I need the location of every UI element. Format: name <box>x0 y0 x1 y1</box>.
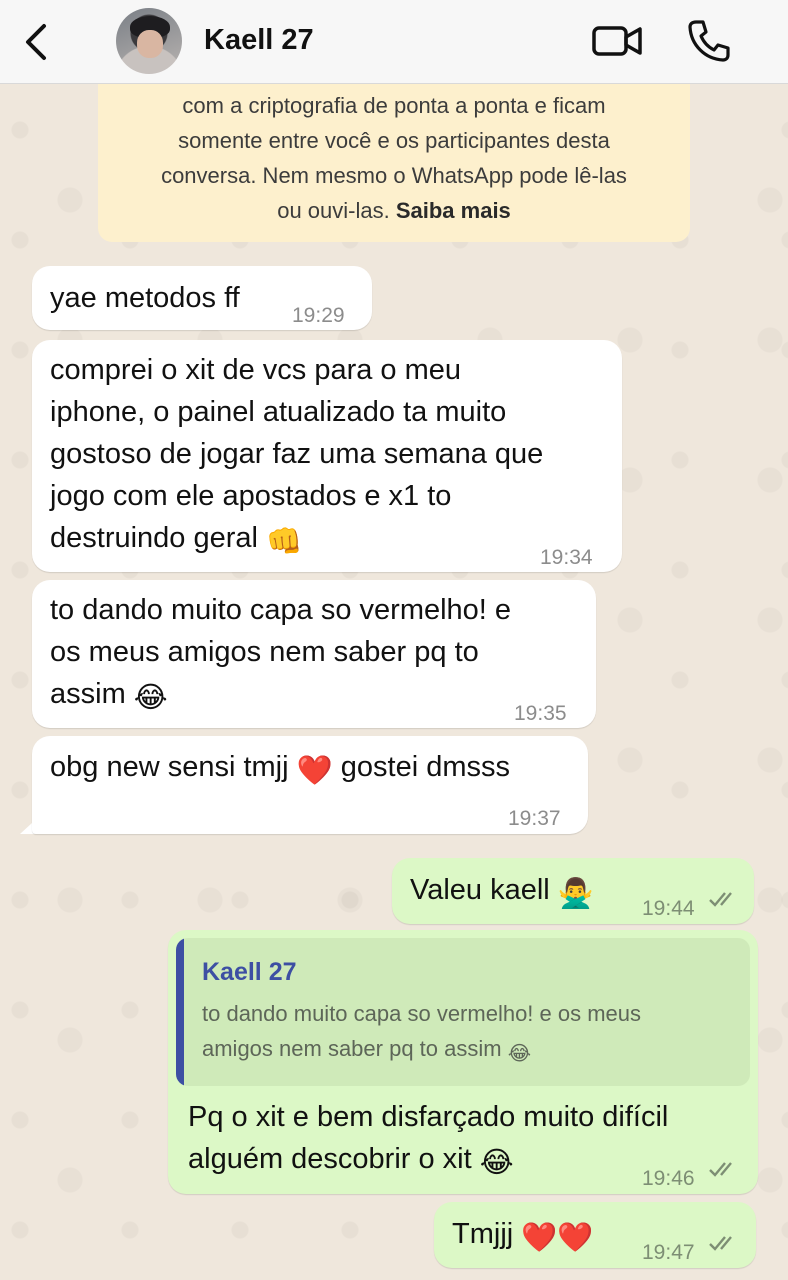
notice-line: com a criptografia de ponta a ponta e fi… <box>182 93 606 118</box>
message-text: gostei dmsss <box>340 751 511 783</box>
double-check-icon <box>709 1236 732 1251</box>
reply-message-body: Pq o xit e bem disfarçado muito difícil … <box>168 930 758 1194</box>
message-text: iphone, o painel atualizado ta muito <box>50 396 507 428</box>
message-bubble-outgoing[interactable]: Valeu kaell 🙅‍♂️ 19:44 <box>392 858 754 924</box>
notice-line: ou ouvi-las. Saiba mais <box>98 193 690 228</box>
notice-text: ou ouvi-las. <box>277 198 390 223</box>
message-text: alguém descobrir o xit <box>188 1143 472 1175</box>
message-text: Valeu kaell <box>410 874 550 906</box>
chat-header: Kaell 27 <box>0 0 788 84</box>
message-time: 19:46 <box>642 1167 695 1190</box>
fist-emoji: 👊 <box>266 526 303 558</box>
message-text-line: assim 😂 <box>50 673 168 719</box>
red-heart-emoji: ❤️ <box>296 755 333 787</box>
notice-line: somente entre você e os participantes de… <box>178 128 610 153</box>
message-text: assim <box>50 678 126 710</box>
message-text-line: Tmjjj ❤️❤️ <box>452 1213 593 1259</box>
laughing-emoji: 😂 <box>133 682 168 714</box>
voice-call-button[interactable] <box>686 18 732 64</box>
message-text: yae metodos ff <box>50 282 240 314</box>
message-time: 19:35 <box>514 702 567 725</box>
phone-icon <box>688 20 730 62</box>
message-text: os meus amigos nem saber pq to <box>50 636 479 668</box>
contact-avatar[interactable] <box>116 8 182 74</box>
contact-name[interactable]: Kaell 27 <box>204 24 314 57</box>
message-text: gostoso de jogar faz uma semana que <box>50 438 544 470</box>
person-gesturing-no-emoji: 🙅‍♂️ <box>557 878 594 910</box>
message-text: to dando muito capa so vermelho! e <box>50 594 512 626</box>
red-hearts-emoji: ❤️❤️ <box>521 1222 594 1254</box>
message-bubble-outgoing[interactable]: Tmjjj ❤️❤️ 19:47 <box>434 1202 756 1268</box>
message-text: jogo com ele apostados e x1 to <box>50 480 452 512</box>
message-bubble-incoming[interactable]: yae metodos ff 19:29 <box>32 266 372 330</box>
message-text: obg new sensi tmjj <box>50 751 289 783</box>
message-time: 19:44 <box>642 897 695 920</box>
message-text: comprei o xit de vcs para o meu <box>50 354 462 386</box>
message-time: 19:29 <box>292 304 345 327</box>
double-check-icon <box>709 892 732 907</box>
video-call-button[interactable] <box>590 20 644 62</box>
chevron-left-icon <box>26 24 46 60</box>
message-text: destruindo geral <box>50 522 258 554</box>
message-text: Pq o xit e bem disfarçado muito difícil <box>188 1101 669 1133</box>
message-text-line: obg new sensi tmjj ❤️ gostei dmsss <box>50 746 510 792</box>
message-time: 19:34 <box>540 546 593 569</box>
message-text-line: alguém descobrir o xit 😂 <box>188 1138 514 1184</box>
message-bubble-incoming[interactable]: comprei o xit de vcs para o meu iphone, … <box>32 340 622 572</box>
notice-line: conversa. Nem mesmo o WhatsApp pode lê-l… <box>161 163 627 188</box>
message-text-line: Valeu kaell 🙅‍♂️ <box>410 869 594 915</box>
laughing-emoji: 😂 <box>479 1147 514 1179</box>
message-time: 19:37 <box>508 807 561 830</box>
message-bubble-incoming[interactable]: obg new sensi tmjj ❤️ gostei dmsss 19:37 <box>32 736 588 834</box>
video-camera-icon <box>592 26 642 56</box>
learn-more-link[interactable]: Saiba mais <box>396 198 511 223</box>
double-check-icon <box>709 1162 732 1177</box>
encryption-notice: com a criptografia de ponta a ponta e fi… <box>98 62 690 242</box>
message-time: 19:47 <box>642 1241 695 1264</box>
message-bubble-incoming[interactable]: to dando muito capa so vermelho! e os me… <box>32 580 596 728</box>
back-button[interactable] <box>18 20 58 64</box>
message-text: Tmjjj <box>452 1218 514 1250</box>
message-text-line: destruindo geral 👊 <box>50 517 302 563</box>
